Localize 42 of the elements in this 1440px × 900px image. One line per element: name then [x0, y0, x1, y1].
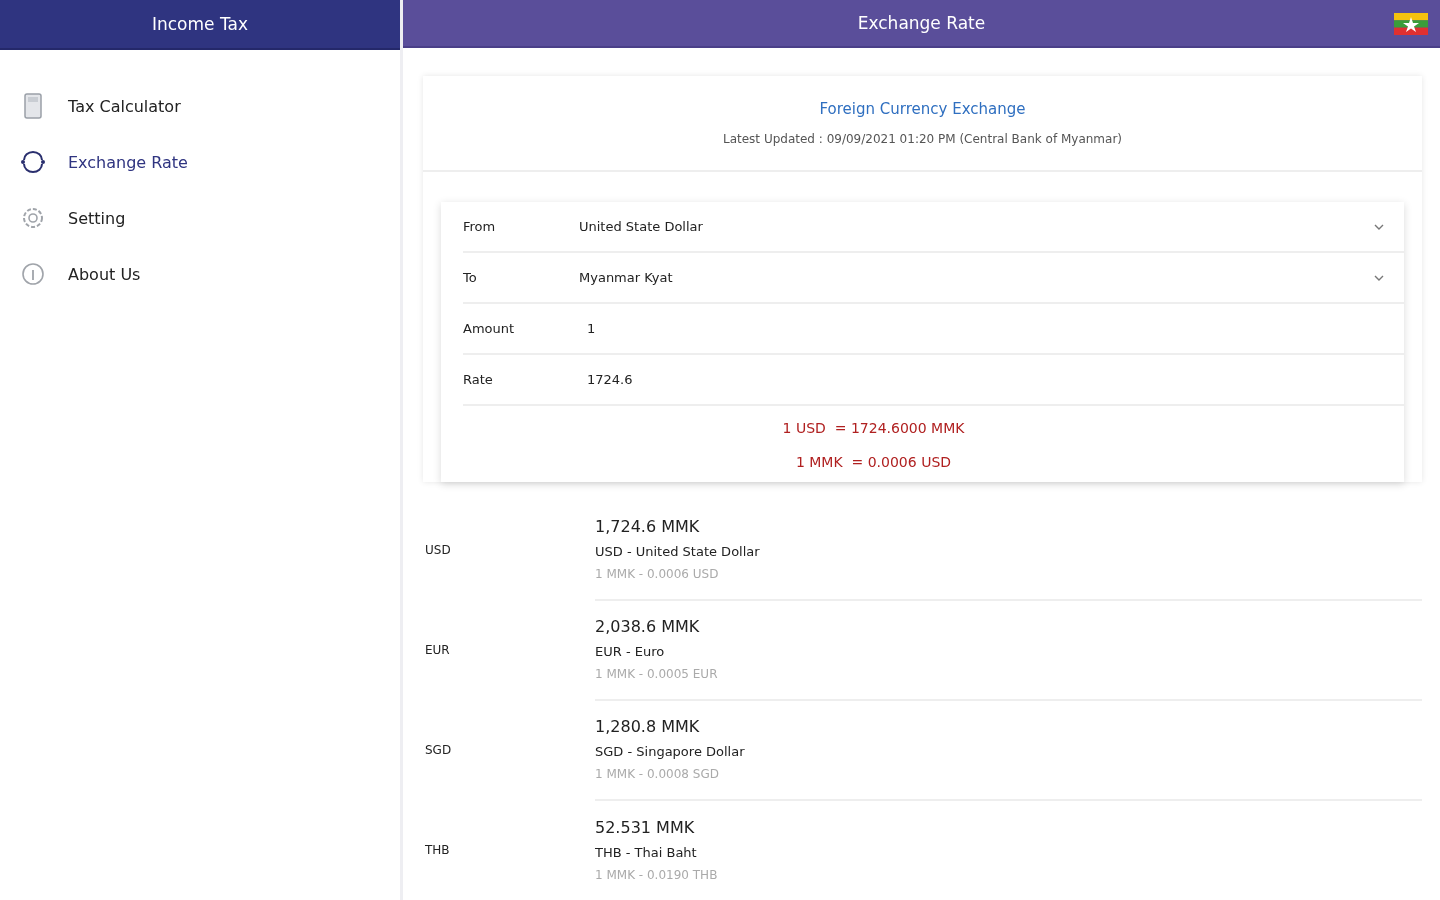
currency-select[interactable]: United State Dollar	[579, 219, 1404, 234]
currency-name: EUR - Euro	[595, 644, 666, 659]
currency-code: THB	[424, 843, 451, 857]
currency-name: USD - United State Dollar	[595, 544, 761, 559]
updated-text: Latest Updated : 09/09/2021 01:20 PM (Central Bank of Myanmar)	[722, 132, 1123, 146]
nav-item[interactable]: Tax Calculator	[0, 78, 400, 134]
currency-code: USD	[424, 543, 452, 557]
nav-item[interactable]: Exchange Rate	[0, 134, 400, 190]
app-title: Income Tax	[152, 14, 248, 34]
field-label: From	[463, 219, 497, 234]
flag-icon	[1394, 13, 1428, 35]
converter-title: Foreign Currency Exchange	[818, 100, 1027, 118]
nav-item[interactable]: Setting	[0, 190, 400, 246]
field-label: Amount	[463, 321, 516, 336]
inverse-rate: 1 MMK - 0.0190 THB	[595, 868, 719, 882]
rate-item[interactable]: EUR 2,038.6 MMK EUR - Euro 1 MMK - 0.0005 EUR	[423, 600, 1422, 700]
inverse-rate: 1 MMK - 0.0006 USD	[595, 567, 720, 581]
inverse-rate: 1 MMK - 0.0008 SGD	[595, 767, 720, 781]
info-icon	[20, 261, 46, 287]
rate-amount: 52.531 MMK	[595, 818, 696, 837]
rate-amount: 1,280.8 MMK	[595, 717, 701, 736]
currency-code: SGD	[424, 743, 453, 757]
result-text: 1 USD = 1724.6000 MMK	[781, 420, 966, 436]
caret-icon	[1374, 223, 1384, 230]
exchange-icon	[20, 151, 46, 173]
caret-icon	[1374, 274, 1384, 281]
result-text: 1 MMK = 0.0006 USD	[794, 454, 953, 470]
rate-item[interactable]: THB 52.531 MMK THB - Thai Baht 1 MMK - 0.0190 THB	[423, 800, 1422, 900]
field-label: To	[463, 270, 478, 285]
currency-select[interactable]: Myanmar Kyat	[579, 270, 1404, 285]
inverse-rate: 1 MMK - 0.0005 EUR	[595, 667, 719, 681]
settings-icon	[20, 205, 46, 231]
rate-amount: 2,038.6 MMK	[595, 617, 701, 636]
rate-item[interactable]: SGD 1,280.8 MMK SGD - Singapore Dollar 1 MMK - 0.0008 SGD	[423, 700, 1422, 800]
page-title: Exchange Rate	[857, 13, 986, 33]
currency-name: THB - Thai Baht	[595, 845, 698, 860]
currency-code: EUR	[424, 643, 451, 657]
currency-name: SGD - Singapore Dollar	[595, 744, 746, 759]
field-label: Rate	[463, 372, 494, 387]
rate-item[interactable]: USD 1,724.6 MMK USD - United State Dollar 1 MMK - 0.0006 USD	[423, 500, 1422, 600]
rate-amount: 1,724.6 MMK	[595, 517, 701, 536]
nav-item[interactable]: About Us	[0, 246, 400, 302]
